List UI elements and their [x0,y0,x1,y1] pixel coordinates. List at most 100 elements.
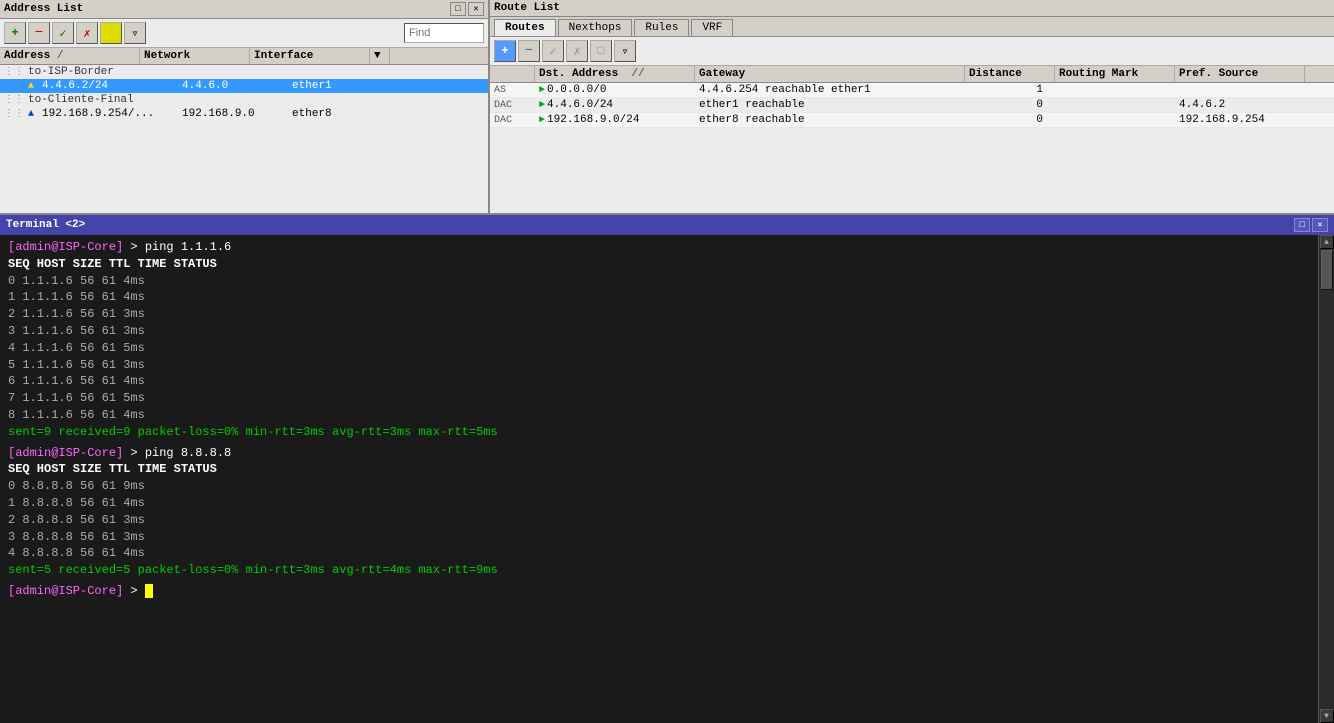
tab-routes[interactable]: Routes [494,19,556,36]
terminal-panel: Terminal <2> □ ✕ [admin@ISP-Core] > ping… [0,215,1334,723]
route-dist-1: 1 [965,84,1055,96]
header-interface: Interface [250,48,370,64]
header-dropdown[interactable]: ▼ [370,48,390,64]
rth-gw: Gateway [695,66,965,82]
check-button[interactable]: ✓ [52,22,74,44]
add-button[interactable]: + [4,22,26,44]
address-list-title: Address List [4,3,83,15]
ping2-header: SEQ HOST SIZE TTL TIME STATUS [8,461,1310,478]
net-cell-2: 192.168.9.0 [178,108,288,120]
route-gw-3: ether8 reachable [695,114,965,126]
rth-flags [490,66,535,82]
ping2-row-3: 3 8.8.8.8 56 61 3ms [8,529,1310,546]
route-row-2[interactable]: DAC ► 4.4.6.0/24 ether1 reachable 0 4.4.… [490,98,1334,113]
ping2-cmd-text: ping 8.8.8.8 [145,446,231,460]
route-table-header: Dst. Address / Gateway Distance Routing … [490,66,1334,83]
rth-dist: Distance [965,66,1055,82]
route-uncheck-button[interactable]: ✗ [566,40,588,62]
scroll-up-button[interactable]: ▲ [1320,235,1334,249]
tab-vrf[interactable]: VRF [691,19,733,36]
route-dst-1: ► 0.0.0.0/0 [535,84,695,96]
iface-cell-1: ether1 [288,80,408,92]
route-flags-2: DAC [490,100,535,111]
route-row-1[interactable]: AS ► 0.0.0.0/0 4.4.6.254 reachable ether… [490,83,1334,98]
route-body: Dst. Address / Gateway Distance Routing … [490,66,1334,213]
ping1-row-1: 1 1.1.1.6 56 61 4ms [8,289,1310,306]
ping1-row-4: 4 1.1.1.6 56 61 5ms [8,340,1310,357]
ping1-row-7: 7 1.1.1.6 56 61 5ms [8,390,1310,407]
ping1-prompt-user: [admin@ISP-Core] [8,240,123,254]
route-dist-2: 0 [965,99,1055,111]
ping1-cmd-text: ping 1.1.1.6 [145,240,231,254]
terminal-close-button[interactable]: ✕ [1312,218,1328,232]
uncheck-button[interactable]: ✗ [76,22,98,44]
iface-cell-2: ether8 [288,108,408,120]
ping1-command: [admin@ISP-Core] > ping 1.1.1.6 [8,239,1310,256]
addr-cell-2: 192.168.9.254/... [38,108,178,120]
ping1-row-0: 0 1.1.1.6 56 61 4ms [8,273,1310,290]
final-prompt-arrow: > [123,584,145,598]
terminal-body[interactable]: [admin@ISP-Core] > ping 1.1.1.6 SEQ HOST… [0,235,1318,723]
header-network: Network [140,48,250,64]
route-gw-1: 4.4.6.254 reachable ether1 [695,84,965,96]
scroll-track [1320,249,1334,709]
scroll-thumb[interactable] [1321,250,1333,290]
ping1-header: SEQ HOST SIZE TTL TIME STATUS [8,256,1310,273]
ping2-row-0: 0 8.8.8.8 56 61 9ms [8,478,1310,495]
route-copy-button[interactable]: □ [590,40,612,62]
address-row-1[interactable]: ⋮⋮ ▲ 4.4.6.2/24 4.4.6.0 ether1 [0,79,488,93]
route-ps-3: 192.168.9.254 [1175,114,1305,126]
header-address: Address [0,48,140,64]
scroll-down-button[interactable]: ▼ [1320,709,1334,723]
ping1-row-6: 6 1.1.1.6 56 61 4ms [8,373,1310,390]
minimize-button[interactable]: □ [450,2,466,16]
comment-button[interactable] [100,22,122,44]
terminal-section: Terminal <2> □ ✕ [admin@ISP-Core] > ping… [0,215,1334,723]
remove-button[interactable]: − [28,22,50,44]
group-isp-border[interactable]: ⋮⋮ to-ISP-Border [0,65,488,79]
route-remove-button[interactable]: − [518,40,540,62]
ping1-row-3: 3 1.1.1.6 56 61 3ms [8,323,1310,340]
route-list-title: Route List [494,2,560,14]
address-row-2[interactable]: ⋮⋮ ▲ 192.168.9.254/... 192.168.9.0 ether… [0,107,488,121]
route-list-panel: Route List Routes Nexthops Rules VRF + −… [490,0,1334,213]
route-arrow-3: ► [539,115,545,126]
tab-nexthops[interactable]: Nexthops [558,19,633,36]
address-list-panel: Address List □ ✕ + − ✓ ✗ ▿ Address Netwo… [0,0,490,213]
ping2-row-2: 2 8.8.8.8 56 61 3ms [8,512,1310,529]
route-row-3[interactable]: DAC ► 192.168.9.0/24 ether8 reachable 0 … [490,113,1334,128]
final-prompt-user: [admin@ISP-Core] [8,584,123,598]
find-input[interactable] [404,23,484,43]
address-list-body: ⋮⋮ to-ISP-Border ⋮⋮ ▲ 4.4.6.2/24 4.4.6.0… [0,65,488,213]
route-dst-3: ► 192.168.9.0/24 [535,114,695,126]
route-filter-button[interactable]: ▿ [614,40,636,62]
ping1-row-8: 8 1.1.1.6 56 61 4ms [8,407,1310,424]
rth-dst: Dst. Address / [535,66,695,82]
ping2-prompt-arrow: > [123,446,145,460]
net-cell-1: 4.4.6.0 [178,80,288,92]
route-flags-3: DAC [490,115,535,126]
ping1-header-text: SEQ HOST SIZE TTL TIME STATUS [8,257,217,271]
route-add-button[interactable]: + [494,40,516,62]
address-icon-2: ▲ [28,109,34,120]
route-list-titlebar: Route List [490,0,1334,17]
group-cliente-final[interactable]: ⋮⋮ to-Cliente-Final [0,93,488,107]
ping2-stats: sent=5 received=5 packet-loss=0% min-rtt… [8,562,1310,579]
final-prompt-line: [admin@ISP-Core] > [8,583,1310,600]
address-icon-1: ▲ [28,81,34,92]
terminal-scrollbar[interactable]: ▲ ▼ [1318,235,1334,723]
ping2-prompt-user: [admin@ISP-Core] [8,446,123,460]
tab-rules[interactable]: Rules [634,19,689,36]
route-gw-2: ether1 reachable [695,99,965,111]
address-list-titlebar: Address List □ ✕ [0,0,488,19]
route-check-button[interactable]: ✓ [542,40,564,62]
route-rows: AS ► 0.0.0.0/0 4.4.6.254 reachable ether… [490,83,1334,213]
group-icon-2: ⋮⋮ [4,94,24,106]
filter-button[interactable]: ▿ [124,22,146,44]
terminal-maximize-button[interactable]: □ [1294,218,1310,232]
ping1-stats: sent=9 received=9 packet-loss=0% min-rtt… [8,424,1310,441]
route-flags-1: AS [490,85,535,96]
close-button[interactable]: ✕ [468,2,484,16]
ping2-header-text: SEQ HOST SIZE TTL TIME STATUS [8,462,217,476]
rth-ps: Pref. Source [1175,66,1305,82]
